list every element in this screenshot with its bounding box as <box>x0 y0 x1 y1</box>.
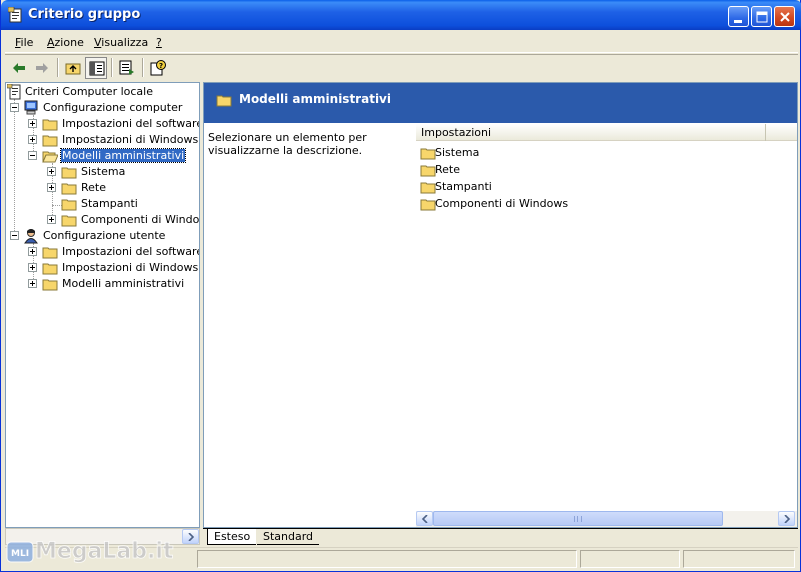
expand-toggle[interactable] <box>28 247 37 256</box>
menu-azione[interactable]: Azione <box>47 36 84 49</box>
window-title: Criterio gruppo <box>28 7 141 22</box>
folder-icon <box>420 179 436 195</box>
list-column-header: Impostazioni <box>416 124 797 141</box>
arrow-left-icon <box>421 515 428 523</box>
tree-line <box>14 99 15 237</box>
folder-icon <box>61 196 77 212</box>
close-button[interactable] <box>774 6 795 27</box>
menu-bar: File Azione Visualizza ? <box>5 31 798 53</box>
folder-icon <box>420 145 436 161</box>
tab-standard[interactable]: Standard <box>257 529 320 545</box>
collapse-toggle[interactable] <box>10 231 19 240</box>
minimize-button[interactable] <box>728 6 749 27</box>
open-folder-icon <box>42 148 59 164</box>
scroll-right-button[interactable] <box>778 511 795 526</box>
tab-extended[interactable]: Esteso <box>207 529 257 545</box>
expand-toggle[interactable] <box>28 135 37 144</box>
expand-toggle[interactable] <box>28 119 37 128</box>
svg-text:?: ? <box>159 62 163 70</box>
arrow-right-icon <box>784 515 791 523</box>
folder-icon <box>420 162 436 178</box>
group-policy-icon <box>7 6 24 23</box>
computer-icon <box>23 100 39 116</box>
export-list-icon <box>119 60 134 75</box>
arrow-right-icon <box>188 533 195 541</box>
thumb-grip <box>574 516 582 522</box>
selected-node-label: Modelli amministrativi <box>59 148 187 163</box>
column-header-settings[interactable]: Impostazioni <box>416 124 766 141</box>
svg-text:MegaLab.it: MegaLab.it <box>35 539 174 564</box>
details-pane: Modelli amministrativi Selezionare un el… <box>203 82 798 528</box>
list-horizontal-scrollbar[interactable] <box>416 511 797 527</box>
expand-toggle[interactable] <box>28 279 37 288</box>
scrollbar-thumb[interactable] <box>433 511 723 526</box>
export-list-button[interactable] <box>116 57 138 79</box>
status-panel <box>580 550 680 568</box>
up-folder-icon <box>65 63 81 75</box>
help-button[interactable]: ? <box>147 57 169 79</box>
status-panel <box>683 550 795 568</box>
folder-icon <box>42 260 58 276</box>
folder-icon <box>61 212 77 228</box>
forward-icon <box>36 63 48 73</box>
folder-icon <box>216 92 232 111</box>
menu-help[interactable]: ? <box>156 36 162 49</box>
show-hide-tree-button[interactable] <box>85 57 107 79</box>
expand-toggle[interactable] <box>28 263 37 272</box>
back-button[interactable] <box>8 57 30 79</box>
settings-list[interactable]: Impostazioni Sistema Rete Stampanti Comp… <box>416 124 797 527</box>
svg-text:MLI: MLI <box>11 549 29 559</box>
menu-file[interactable]: File <box>15 36 33 49</box>
toolbar-separator <box>57 58 59 77</box>
details-title: Modelli amministrativi <box>239 92 391 106</box>
back-icon <box>13 63 25 73</box>
user-icon <box>23 228 39 244</box>
status-panel <box>197 550 577 568</box>
tree-pane[interactable]: Criteri Computer locale Configurazione c… <box>5 82 200 528</box>
collapse-toggle[interactable] <box>10 103 19 112</box>
window: Criterio gruppo File Azione Visualizza ? <box>0 0 801 572</box>
scroll-right-button[interactable] <box>182 529 199 544</box>
folder-icon <box>42 244 58 260</box>
toolbar-separator <box>111 58 113 77</box>
maximize-button[interactable] <box>751 6 772 27</box>
folder-icon <box>42 132 58 148</box>
folder-icon <box>42 116 58 132</box>
expand-toggle[interactable] <box>47 167 56 176</box>
folder-icon <box>42 276 58 292</box>
expand-toggle[interactable] <box>47 183 56 192</box>
view-tabs: Esteso Standard <box>203 528 798 546</box>
details-header: Modelli amministrativi <box>204 83 797 123</box>
scroll-left-button[interactable] <box>416 511 433 526</box>
folder-icon <box>420 196 436 212</box>
show-hide-tree-icon <box>89 61 105 76</box>
collapse-toggle[interactable] <box>28 151 37 160</box>
forward-button[interactable] <box>31 57 53 79</box>
policy-document-icon <box>6 83 23 100</box>
megalab-watermark-logo: MLI MegaLab.it <box>6 539 174 564</box>
folder-icon <box>61 164 77 180</box>
up-folder-button[interactable] <box>62 57 84 79</box>
description-text: Selezionare un elemento per visualizzarn… <box>208 131 367 157</box>
help-icon: ? <box>150 60 166 76</box>
title-bar[interactable]: Criterio gruppo <box>1 0 801 30</box>
toolbar: ? <box>5 54 798 80</box>
toolbar-separator <box>142 58 144 77</box>
expand-toggle[interactable] <box>47 215 56 224</box>
folder-icon <box>61 180 77 196</box>
menu-visualizza[interactable]: Visualizza <box>94 36 148 49</box>
